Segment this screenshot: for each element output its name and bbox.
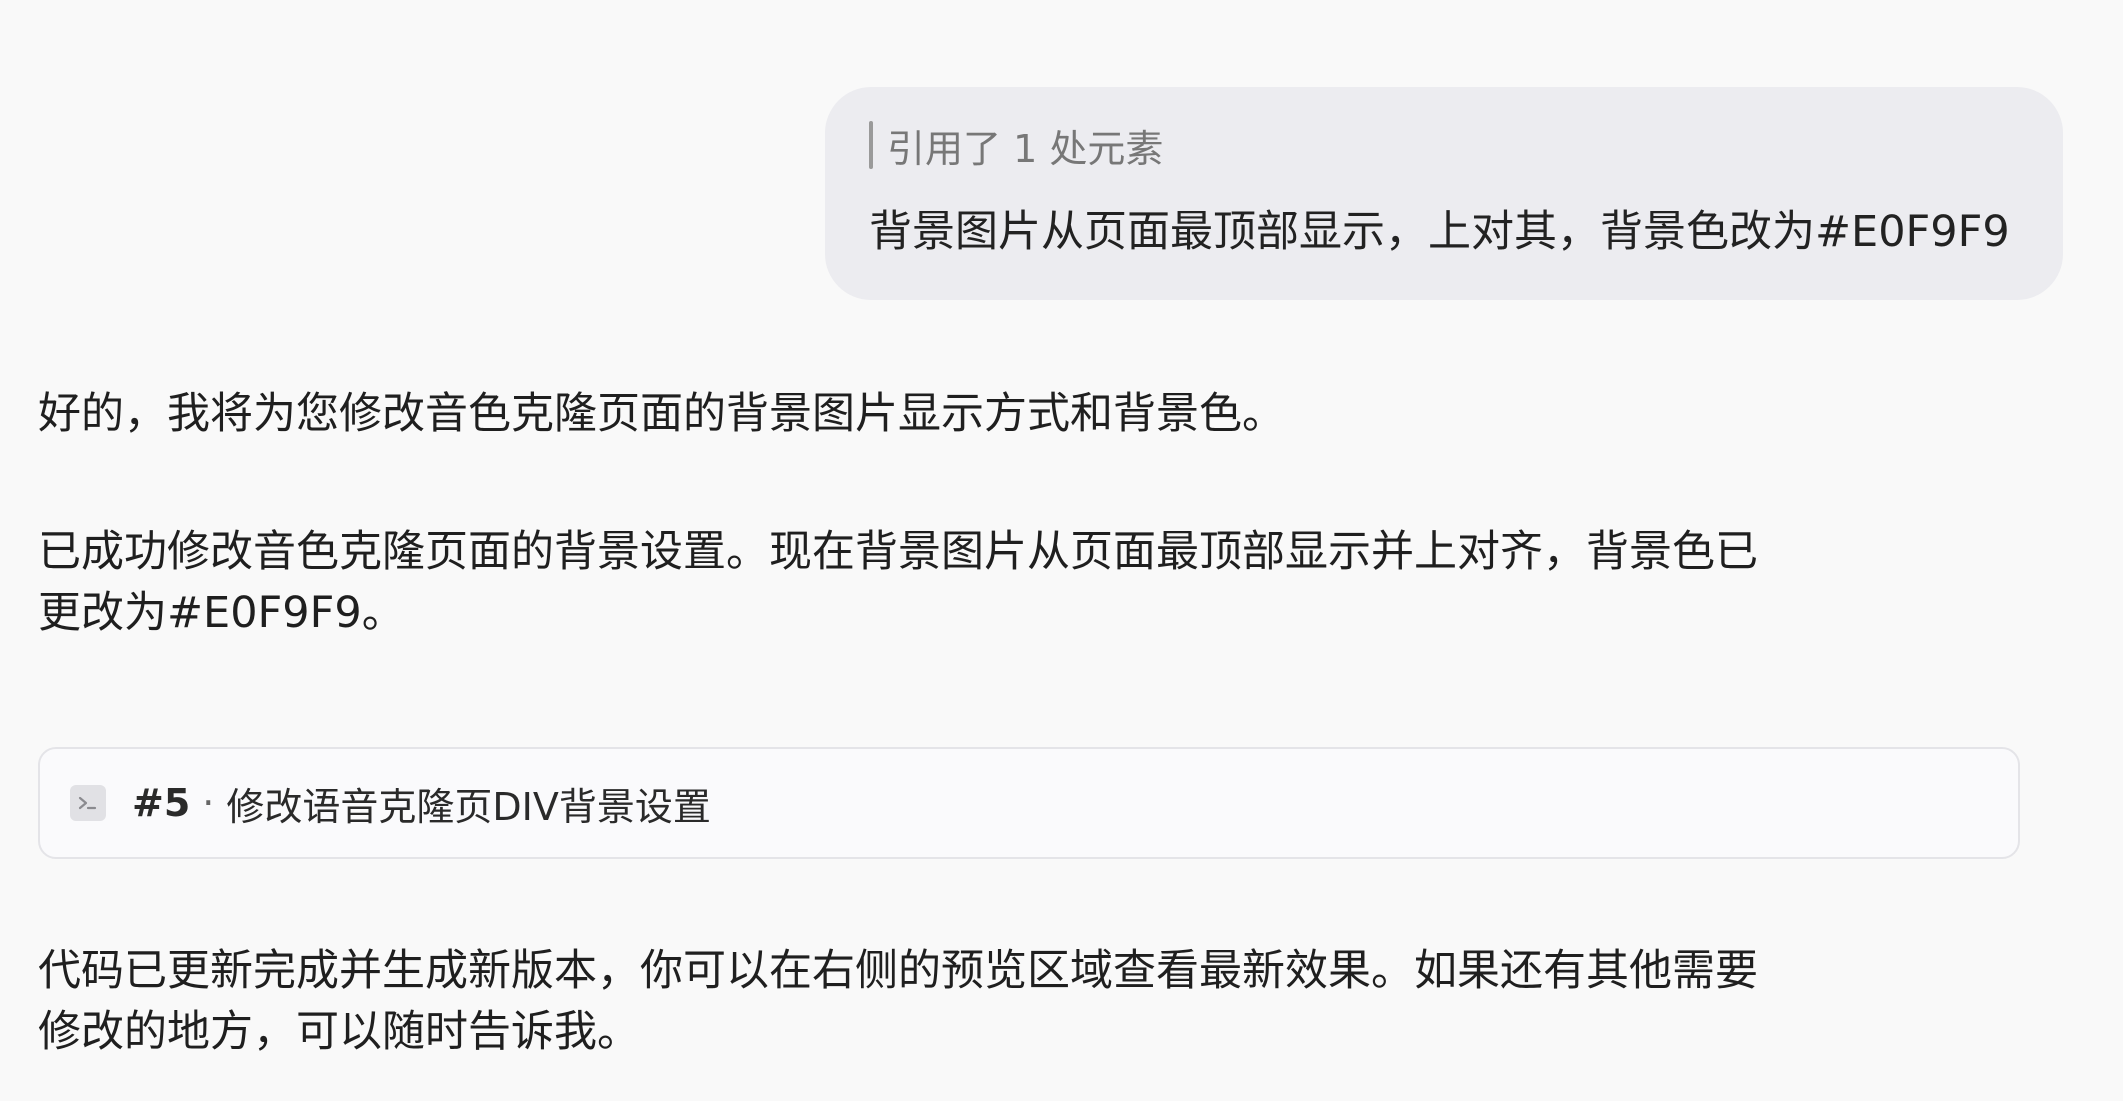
assistant-reply-2: 已成功修改音色克隆页面的背景设置。现在背景图片从页面最顶部显示并上对齐，背景色已…: [38, 522, 1828, 644]
assistant-reply-2-line-2: 更改为#E0F9F9。: [38, 588, 405, 638]
version-number: #5: [132, 781, 191, 825]
user-message-text: 背景图片从页面最顶部显示，上对其，背景色改为#E0F9F9: [869, 207, 2010, 257]
quote-reference-label: 引用了 1 处元素: [887, 126, 1164, 171]
terminal-icon: [70, 785, 106, 821]
user-message-bubble: 引用了 1 处元素 背景图片从页面最顶部显示，上对其，背景色改为#E0F9F9: [825, 87, 2063, 300]
version-card[interactable]: #5 · 修改语音克隆页DIV背景设置: [38, 747, 2020, 859]
assistant-reply-3: 代码已更新完成并生成新版本，你可以在右侧的预览区域查看最新效果。如果还有其他需要…: [38, 941, 1828, 1063]
assistant-reply-1: 好的，我将为您修改音色克隆页面的背景图片显示方式和背景色。: [38, 389, 1285, 439]
version-title: 修改语音克隆页DIV背景设置: [226, 784, 711, 829]
assistant-reply-3-line-2: 修改的地方，可以随时告诉我。: [38, 1007, 640, 1057]
version-separator: ·: [202, 781, 215, 825]
quoted-element-reference[interactable]: 引用了 1 处元素: [869, 120, 2019, 171]
chat-transcript: 引用了 1 处元素 背景图片从页面最顶部显示，上对其，背景色改为#E0F9F9 …: [0, 0, 2123, 1101]
assistant-reply-3-line-1: 代码已更新完成并生成新版本，你可以在右侧的预览区域查看最新效果。如果还有其他需要: [38, 946, 1758, 996]
quote-bar: [869, 121, 873, 169]
assistant-reply-2-line-1: 已成功修改音色克隆页面的背景设置。现在背景图片从页面最顶部显示并上对齐，背景色已: [38, 527, 1758, 577]
